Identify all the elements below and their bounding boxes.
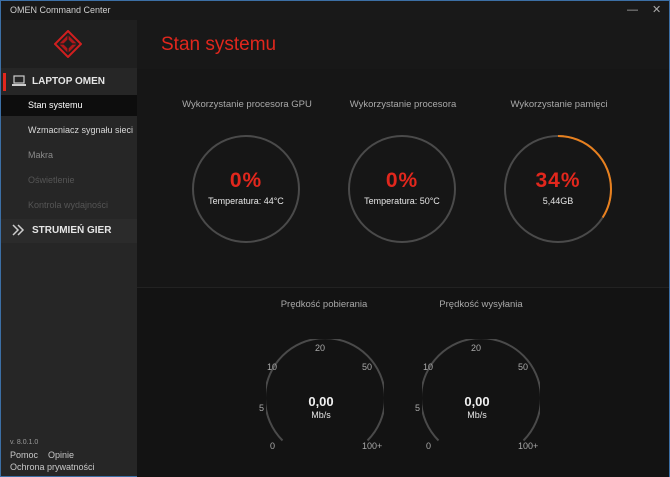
laptop-icon <box>12 75 26 86</box>
cpu-usage-value: 0% <box>385 169 419 192</box>
sidebar-item-label: Wzmacniacz sygnału sieci <box>28 125 134 135</box>
sidebar-item-makra[interactable]: Makra <box>1 145 137 166</box>
download-speed-label: Prędkość pobierania <box>280 299 368 310</box>
download-speed-unit: Mb/s <box>311 410 331 420</box>
page-header: Stan systemu <box>137 20 669 69</box>
sidebar-item-stan-systemu[interactable]: Stan systemu <box>1 95 137 116</box>
tick-20: 20 <box>471 343 482 353</box>
section-strumien-gier[interactable]: STRUMIEŃ GIER <box>1 219 137 243</box>
sidebar-item-label: Stan systemu <box>28 100 83 110</box>
section-active-marker <box>3 73 6 91</box>
version-label: v. 8.0.1.0 <box>10 439 39 446</box>
section-label: LAPTOP OMEN <box>32 76 105 87</box>
main-panel: Stan systemu Wykorzystanie procesora GPU… <box>137 20 669 477</box>
sidebar-item-wzmacniacz[interactable]: Wzmacniacz sygnału sieci <box>1 120 137 141</box>
omen-logo-icon <box>54 30 82 58</box>
gpu-usage-label: Wykorzystanie procesora GPU <box>182 99 312 110</box>
sidebar-item-kontrola-wydajnosci: Kontrola wydajności <box>1 195 137 216</box>
upload-speed-value: 0,00 <box>464 394 490 409</box>
help-link[interactable]: Pomoc <box>10 450 38 460</box>
tick-10: 10 <box>423 362 434 372</box>
tick-100-plus: 100+ <box>362 441 383 451</box>
section-label: STRUMIEŃ GIER <box>32 225 112 236</box>
cpu-usage-label: Wykorzystanie procesora <box>349 99 457 110</box>
gpu-usage-value: 0% <box>229 169 263 192</box>
sidebar-item-label: Kontrola wydajności <box>28 200 109 210</box>
tick-0: 0 <box>426 441 432 451</box>
tick-5: 5 <box>259 403 265 413</box>
minimize-button[interactable]: — <box>627 4 638 16</box>
window-title: OMEN Command Center <box>10 5 111 15</box>
stream-icon <box>12 224 25 236</box>
feedback-link[interactable]: Opinie <box>48 450 74 460</box>
sidebar-item-oswietlenie: Oświetlenie <box>1 170 137 191</box>
tick-100-plus: 100+ <box>518 441 539 451</box>
usage-gauges: Wykorzystanie procesora GPU 0% Temperatu… <box>137 69 669 287</box>
sidebar-item-label: Makra <box>28 150 54 160</box>
tick-50: 50 <box>362 362 373 372</box>
tick-10: 10 <box>267 362 278 372</box>
network-speeds: Prędkość pobierania 0 5 10 20 50 100+ 0,… <box>137 287 669 477</box>
privacy-link[interactable]: Ochrona prywatności <box>10 462 95 472</box>
memory-used: 5,44GB <box>542 196 574 206</box>
logo-area <box>1 20 137 68</box>
app-window: OMEN Command Center — ✕ LAPTOP OMEN Stan… <box>0 0 670 477</box>
upload-speed-label: Prędkość wysyłania <box>439 299 523 310</box>
tick-5: 5 <box>415 403 421 413</box>
title-bar: OMEN Command Center — ✕ <box>1 1 669 20</box>
close-button[interactable]: ✕ <box>652 4 661 16</box>
gpu-temperature: Temperatura: 44°C <box>208 196 284 206</box>
tick-50: 50 <box>518 362 529 372</box>
upload-speed-unit: Mb/s <box>467 410 487 420</box>
download-speed-value: 0,00 <box>308 394 334 409</box>
section-laptop-omen[interactable]: LAPTOP OMEN <box>1 70 137 94</box>
cpu-temperature: Temperatura: 50°C <box>364 196 440 206</box>
sidebar-item-label: Oświetlenie <box>28 175 75 185</box>
tick-0: 0 <box>270 441 276 451</box>
memory-usage-label: Wykorzystanie pamięci <box>510 99 608 110</box>
sidebar: LAPTOP OMEN Stan systemu Wzmacniacz sygn… <box>1 20 137 476</box>
page-title: Stan systemu <box>161 34 277 55</box>
memory-usage-value: 34% <box>535 169 581 192</box>
tick-20: 20 <box>315 343 326 353</box>
